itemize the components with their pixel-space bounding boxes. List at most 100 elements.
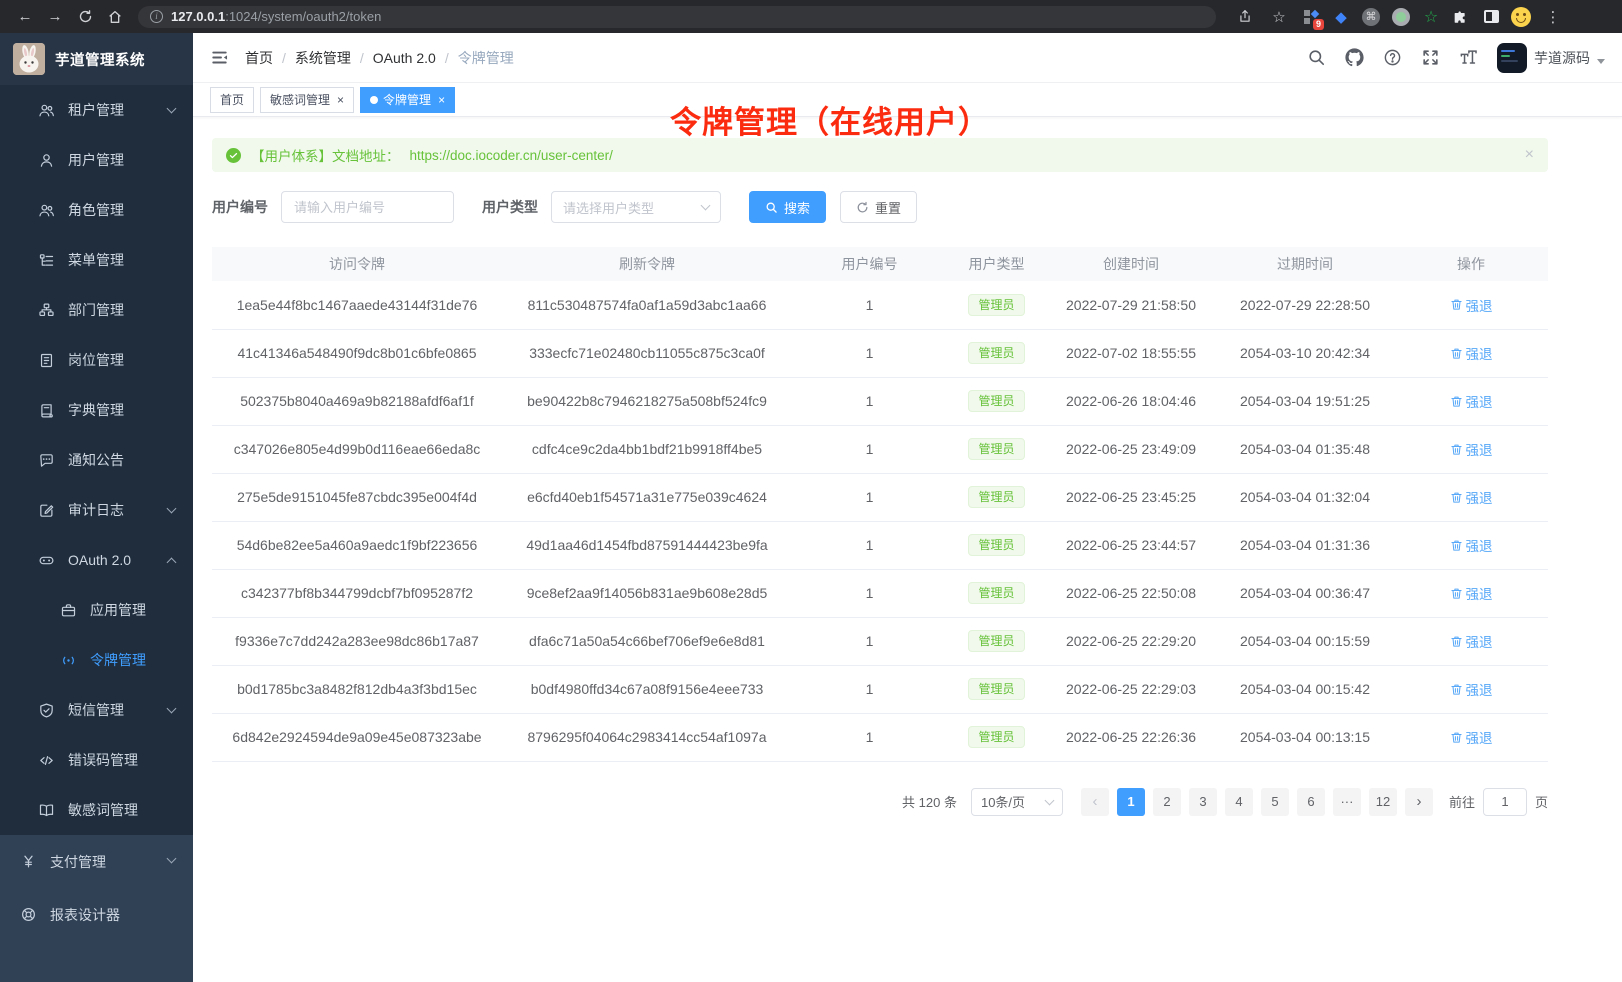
user-id-input[interactable] — [281, 191, 454, 223]
search-button[interactable]: 搜索 — [749, 191, 826, 223]
sidebar-item-notice[interactable]: 通知公告 — [0, 435, 193, 485]
page-size-select[interactable]: 10条/页 — [971, 788, 1063, 816]
chevron-down-icon — [167, 504, 177, 514]
help-button[interactable] — [1383, 48, 1402, 67]
prev-page-button[interactable]: ‹ — [1081, 788, 1109, 816]
page-button-1[interactable]: 1 — [1117, 788, 1145, 816]
sidebar-item-pay[interactable]: 支付管理 — [0, 835, 193, 888]
sidebar-item-error-code[interactable]: 错误码管理 — [0, 735, 193, 785]
command-icon: ⌘ — [1362, 8, 1380, 26]
created-time-cell: 2022-06-25 22:26:36 — [1046, 713, 1216, 761]
fullscreen-button[interactable] — [1421, 48, 1440, 67]
sidebar: 芋道管理系统 租户管理用户管理角色管理菜单管理部门管理岗位管理字典管理通知公告审… — [0, 33, 193, 982]
user-id-cell: 1 — [792, 329, 947, 377]
github-link[interactable] — [1345, 48, 1364, 67]
force-logout-button[interactable]: 强退 — [1450, 727, 1493, 747]
reset-button[interactable]: 重置 — [840, 191, 917, 223]
goto-page-input[interactable] — [1483, 788, 1527, 816]
force-logout-button[interactable]: 强退 — [1450, 583, 1493, 603]
browser-menu-button[interactable]: ⋮ — [1538, 4, 1568, 30]
annotation-overlay: 令牌管理（在线用户） — [670, 97, 990, 142]
sensitive-icon — [38, 802, 55, 819]
pagination-ellipsis[interactable]: ··· — [1333, 788, 1361, 816]
chevron-down-icon — [167, 704, 177, 714]
sidebar-item-dept[interactable]: 部门管理 — [0, 285, 193, 335]
sidebar-item-audit-log[interactable]: 审计日志 — [0, 485, 193, 535]
browser-home-button[interactable] — [100, 4, 130, 30]
force-logout-button[interactable]: 强退 — [1450, 343, 1493, 363]
sidebar-item-tenant[interactable]: 租户管理 — [0, 85, 193, 135]
profile-avatar[interactable] — [1508, 4, 1534, 30]
tab-active-2[interactable]: 令牌管理 × — [360, 87, 455, 113]
user-menu[interactable]: 芋道源码 — [1497, 43, 1605, 73]
extension-command[interactable]: ⌘ — [1358, 4, 1384, 30]
tab-label: 令牌管理 — [383, 91, 431, 108]
extensions-menu[interactable] — [1448, 4, 1474, 30]
sidebar-item-post[interactable]: 岗位管理 — [0, 335, 193, 385]
refresh-token-cell: 49d1aa46d1454fbd87591444423be9fa — [502, 521, 792, 569]
breadcrumb-item[interactable]: 首页 — [245, 48, 273, 68]
app-logo-bar[interactable]: 芋道管理系统 — [0, 33, 193, 85]
table-row: c342377bf8b344799dcbf7bf095287f29ce8ef2a… — [212, 569, 1548, 617]
doc-link[interactable]: https://doc.iocoder.cn/user-center/ — [410, 148, 613, 163]
header-search-button[interactable] — [1307, 48, 1326, 67]
page-button-5[interactable]: 5 — [1261, 788, 1289, 816]
extension-star[interactable]: ☆ — [1418, 4, 1444, 30]
next-page-button[interactable]: › — [1405, 788, 1433, 816]
sidebar-item-sensitive-word[interactable]: 敏感词管理 — [0, 785, 193, 835]
action-cell: 强退 — [1394, 473, 1548, 521]
sidebar-item-oauth2[interactable]: OAuth 2.0 — [0, 535, 193, 585]
sidebar-item-user[interactable]: 用户管理 — [0, 135, 193, 185]
tab-1[interactable]: 敏感词管理× — [260, 87, 354, 113]
table-row: 54d6be82ee5a460a9aedc1f9bf22365649d1aa46… — [212, 521, 1548, 569]
action-cell: 强退 — [1394, 281, 1548, 329]
alert-close-icon[interactable]: × — [1525, 146, 1534, 164]
share-button[interactable] — [1230, 4, 1260, 30]
sidebar-item-menu[interactable]: 菜单管理 — [0, 235, 193, 285]
browser-reload-button[interactable] — [70, 4, 100, 30]
sidebar-collapse-button[interactable] — [210, 48, 229, 67]
extension-recorder[interactable] — [1388, 4, 1414, 30]
browser-forward-button[interactable]: → — [40, 4, 70, 30]
force-logout-button[interactable]: 强退 — [1450, 487, 1493, 507]
page-button-3[interactable]: 3 — [1189, 788, 1217, 816]
address-bar[interactable]: i 127.0.0.1:1024/system/oauth2/token — [138, 6, 1216, 28]
sidebar-item-oauth2-app[interactable]: 应用管理 — [0, 585, 193, 635]
force-logout-button[interactable]: 强退 — [1450, 679, 1493, 699]
breadcrumb-item[interactable]: OAuth 2.0 — [373, 50, 436, 66]
force-logout-button[interactable]: 强退 — [1450, 391, 1493, 411]
page-button-4[interactable]: 4 — [1225, 788, 1253, 816]
page-button-12[interactable]: 12 — [1369, 788, 1397, 816]
page-button-2[interactable]: 2 — [1153, 788, 1181, 816]
sidebar-item-role[interactable]: 角色管理 — [0, 185, 193, 235]
browser-back-button[interactable]: ← — [10, 4, 40, 30]
force-logout-button[interactable]: 强退 — [1450, 535, 1493, 555]
extension-tag-manager[interactable]: 9 — [1298, 4, 1324, 30]
user-type-select[interactable]: 请选择用户类型 — [551, 191, 721, 223]
trash-icon — [1450, 683, 1463, 696]
sidebar-item-report-designer[interactable]: 报表设计器 — [0, 888, 193, 941]
site-info-icon[interactable]: i — [150, 10, 163, 23]
user-type-cell: 管理员 — [947, 281, 1046, 329]
goto-label: 前往 — [1449, 792, 1475, 811]
force-logout-button[interactable]: 强退 — [1450, 439, 1493, 459]
breadcrumb-separator: / — [282, 50, 286, 66]
tab-close-icon[interactable]: × — [337, 93, 344, 107]
tab-close-icon[interactable]: × — [438, 93, 445, 107]
sidebar-item-sms[interactable]: 短信管理 — [0, 685, 193, 735]
sidebar-item-dict[interactable]: 字典管理 — [0, 385, 193, 435]
users-icon — [38, 202, 55, 219]
sidebar-item-oauth2-token[interactable]: 令牌管理 — [0, 635, 193, 685]
browser-sidebar-toggle[interactable] — [1478, 4, 1504, 30]
tab-0[interactable]: 首页 — [210, 87, 254, 113]
gem-icon: ◆ — [1335, 8, 1347, 26]
font-size-button[interactable] — [1459, 48, 1478, 67]
extension-gem[interactable]: ◆ — [1328, 4, 1354, 30]
breadcrumb-item[interactable]: 系统管理 — [295, 48, 351, 68]
bookmark-button[interactable]: ☆ — [1264, 4, 1294, 30]
user-type-placeholder: 请选择用户类型 — [563, 198, 654, 217]
force-logout-button[interactable]: 强退 — [1450, 295, 1493, 315]
force-logout-button[interactable]: 强退 — [1450, 631, 1493, 651]
page-button-6[interactable]: 6 — [1297, 788, 1325, 816]
trash-icon — [1450, 635, 1463, 648]
